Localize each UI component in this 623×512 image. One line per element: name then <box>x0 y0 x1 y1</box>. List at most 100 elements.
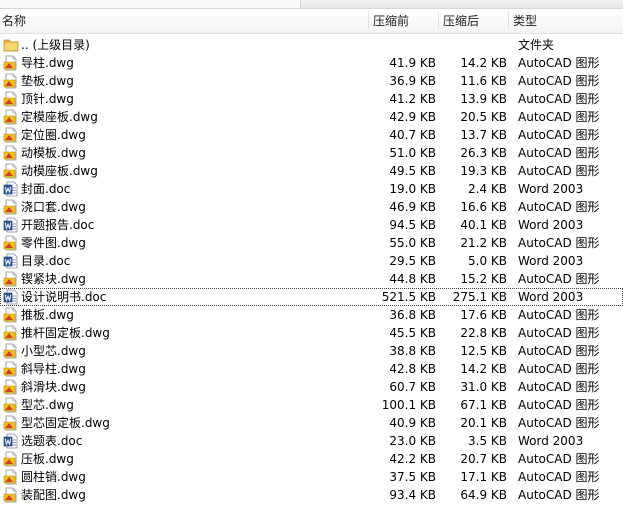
file-name: 浇口套.dwg <box>21 200 86 214</box>
file-row[interactable]: 垫板.dwg 36.9 KB 11.6 KB AutoCAD 图形 <box>0 72 623 90</box>
size-before: 100.1 KB <box>381 398 436 412</box>
file-type: AutoCAD 图形 <box>518 236 600 250</box>
size-after: 11.6 KB <box>460 74 507 88</box>
size-before: 46.9 KB <box>389 200 436 214</box>
dwg-file-icon <box>3 469 19 485</box>
file-row[interactable]: 定模座板.dwg 42.9 KB 20.5 KB AutoCAD 图形 <box>0 108 623 126</box>
file-name: 推杆固定板.dwg <box>21 326 110 340</box>
file-row[interactable]: 动模板.dwg 51.0 KB 26.3 KB AutoCAD 图形 <box>0 144 623 162</box>
file-row[interactable]: 小型芯.dwg 38.8 KB 12.5 KB AutoCAD 图形 <box>0 342 623 360</box>
file-row[interactable]: 浇口套.dwg 46.9 KB 16.6 KB AutoCAD 图形 <box>0 198 623 216</box>
file-name: 垫板.dwg <box>21 74 74 88</box>
column-header-before[interactable]: 压缩前 <box>373 9 409 33</box>
file-row[interactable]: 型芯固定板.dwg 40.9 KB 20.1 KB AutoCAD 图形 <box>0 414 623 432</box>
size-after: 17.1 KB <box>460 470 507 484</box>
file-name: 定位圈.dwg <box>21 128 86 142</box>
file-row[interactable]: 开题报告.doc 94.5 KB 40.1 KB Word 2003 <box>0 216 623 234</box>
column-divider[interactable] <box>508 12 509 30</box>
file-row[interactable]: 锲紧块.dwg 44.8 KB 15.2 KB AutoCAD 图形 <box>0 270 623 288</box>
word-file-icon <box>3 253 19 269</box>
file-type: 文件夹 <box>518 38 555 52</box>
file-row[interactable]: 斜滑块.dwg 60.7 KB 31.0 KB AutoCAD 图形 <box>0 378 623 396</box>
file-type: AutoCAD 图形 <box>518 380 600 394</box>
file-type: AutoCAD 图形 <box>518 398 600 412</box>
file-name: 锲紧块.dwg <box>21 272 86 286</box>
file-row[interactable]: 型芯.dwg 100.1 KB 67.1 KB AutoCAD 图形 <box>0 396 623 414</box>
size-before: 94.5 KB <box>389 218 436 232</box>
size-before: 40.9 KB <box>389 416 436 430</box>
size-before: 36.8 KB <box>389 308 436 322</box>
file-name: 顶针.dwg <box>21 92 74 106</box>
file-name: 斜滑块.dwg <box>21 380 86 394</box>
dwg-file-icon <box>3 235 19 251</box>
file-type: AutoCAD 图形 <box>518 74 600 88</box>
size-after: 67.1 KB <box>460 398 507 412</box>
file-type: Word 2003 <box>518 434 584 448</box>
file-type: AutoCAD 图形 <box>518 146 600 160</box>
file-name: 动模座板.dwg <box>21 164 98 178</box>
size-before: 521.5 KB <box>381 290 436 304</box>
size-before: 42.2 KB <box>389 452 436 466</box>
size-after: 26.3 KB <box>460 146 507 160</box>
file-name: 封面.doc <box>21 182 71 196</box>
file-type: AutoCAD 图形 <box>518 92 600 106</box>
file-type: AutoCAD 图形 <box>518 164 600 178</box>
file-row[interactable]: 动模座板.dwg 49.5 KB 19.3 KB AutoCAD 图形 <box>0 162 623 180</box>
toolbar-strip <box>0 0 623 9</box>
file-row[interactable]: .. (上级目录) 文件夹 <box>0 36 623 54</box>
file-type: AutoCAD 图形 <box>518 308 600 322</box>
file-name: 型芯固定板.dwg <box>21 416 110 430</box>
file-type: Word 2003 <box>518 290 584 304</box>
size-before: 19.0 KB <box>389 182 436 196</box>
column-header-name[interactable]: 名称 <box>2 9 26 33</box>
file-row[interactable]: 顶针.dwg 41.2 KB 13.9 KB AutoCAD 图形 <box>0 90 623 108</box>
size-before: 38.8 KB <box>389 344 436 358</box>
column-header-type[interactable]: 类型 <box>513 9 537 33</box>
file-type: AutoCAD 图形 <box>518 416 600 430</box>
file-name: 装配图.dwg <box>21 488 86 502</box>
size-after: 64.9 KB <box>460 488 507 502</box>
file-row[interactable]: 导柱.dwg 41.9 KB 14.2 KB AutoCAD 图形 <box>0 54 623 72</box>
word-file-icon <box>3 433 19 449</box>
file-row[interactable]: 定位圈.dwg 40.7 KB 13.7 KB AutoCAD 图形 <box>0 126 623 144</box>
file-row[interactable]: 零件图.dwg 55.0 KB 21.2 KB AutoCAD 图形 <box>0 234 623 252</box>
toolbar-segment <box>0 0 91 8</box>
size-after: 20.5 KB <box>460 110 507 124</box>
file-row[interactable]: 推杆固定板.dwg 45.5 KB 22.8 KB AutoCAD 图形 <box>0 324 623 342</box>
file-row[interactable]: 目录.doc 29.5 KB 5.0 KB Word 2003 <box>0 252 623 270</box>
size-after: 20.7 KB <box>460 452 507 466</box>
file-type: AutoCAD 图形 <box>518 56 600 70</box>
column-divider[interactable] <box>438 12 439 30</box>
column-header-after[interactable]: 压缩后 <box>443 9 479 33</box>
dwg-file-icon <box>3 307 19 323</box>
dwg-file-icon <box>3 163 19 179</box>
file-row[interactable]: 选题表.doc 23.0 KB 3.5 KB Word 2003 <box>0 432 623 450</box>
dwg-file-icon <box>3 199 19 215</box>
file-list: .. (上级目录) 文件夹 导柱.dwg 41.9 KB 14.2 KB AutoCAD … <box>0 36 623 504</box>
size-after: 21.2 KB <box>460 236 507 250</box>
selected-file-row[interactable]: 设计说明书.doc 521.5 KB 275.1 KB Word 2003 <box>0 288 623 306</box>
size-before: 42.8 KB <box>389 362 436 376</box>
file-type: Word 2003 <box>518 254 584 268</box>
size-before: 93.4 KB <box>389 488 436 502</box>
file-row[interactable]: 斜导柱.dwg 42.8 KB 14.2 KB AutoCAD 图形 <box>0 360 623 378</box>
file-row[interactable]: 圆柱销.dwg 37.5 KB 17.1 KB AutoCAD 图形 <box>0 468 623 486</box>
file-name: 型芯.dwg <box>21 398 74 412</box>
file-name: 小型芯.dwg <box>21 344 86 358</box>
size-after: 22.8 KB <box>460 326 507 340</box>
size-before: 51.0 KB <box>389 146 436 160</box>
folder-icon <box>3 37 19 53</box>
file-row[interactable]: 装配图.dwg 93.4 KB 64.9 KB AutoCAD 图形 <box>0 486 623 504</box>
size-after: 20.1 KB <box>460 416 507 430</box>
file-type: Word 2003 <box>518 218 584 232</box>
file-type: AutoCAD 图形 <box>518 128 600 142</box>
file-row[interactable]: 推板.dwg 36.8 KB 17.6 KB AutoCAD 图形 <box>0 306 623 324</box>
file-row[interactable]: 封面.doc 19.0 KB 2.4 KB Word 2003 <box>0 180 623 198</box>
size-after: 2.4 KB <box>468 182 507 196</box>
file-row[interactable]: 压板.dwg 42.2 KB 20.7 KB AutoCAD 图形 <box>0 450 623 468</box>
size-before: 45.5 KB <box>389 326 436 340</box>
size-before: 41.2 KB <box>389 92 436 106</box>
dwg-file-icon <box>3 73 19 89</box>
size-after: 14.2 KB <box>460 56 507 70</box>
column-divider[interactable] <box>368 12 369 30</box>
